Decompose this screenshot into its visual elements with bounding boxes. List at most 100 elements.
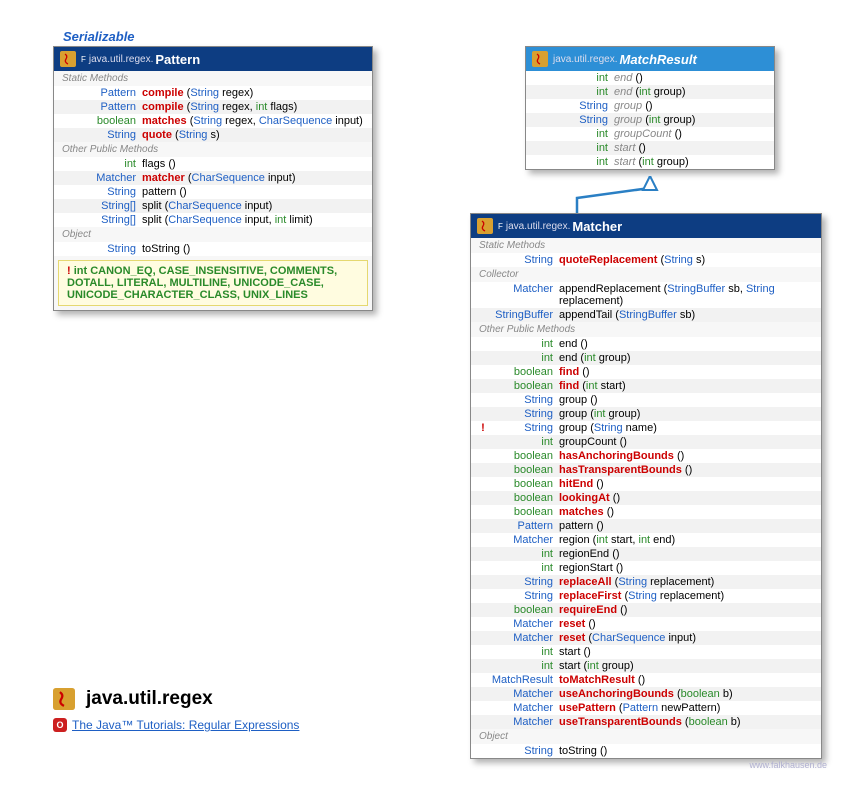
method-row: intstart (int group) [526,155,774,169]
method-row: intend (int group) [471,351,821,365]
return-type: boolean [487,380,559,392]
pattern-constants: ! int CANON_EQ, CASE_INSENSITIVE, COMMEN… [58,260,368,306]
method-row: booleanmatches (String regex, CharSequen… [54,114,372,128]
method-name: start (int group) [559,660,813,672]
return-type: StringBuffer [487,309,559,321]
method-row: intgroupCount () [526,127,774,141]
matchresult-class-box: java.util.regex. MatchResult intend ()in… [525,46,775,170]
method-row: Stringpattern () [54,185,372,199]
return-type: MatchResult [487,674,559,686]
method-row: booleanmatches () [471,505,821,519]
return-type: int [487,352,559,364]
method-name: compile (String regex, int flags) [142,101,364,113]
method-row: Patterncompile (String regex) [54,86,372,100]
return-type: int [487,646,559,658]
method-row: Patternpattern () [471,519,821,533]
return-type: Matcher [487,688,559,700]
return-type: boolean [70,115,142,127]
return-type: Matcher [487,716,559,728]
return-type: int [542,128,614,140]
method-name: toString () [142,243,364,255]
return-type: String[] [70,200,142,212]
tutorial-link-row: O The Java™ Tutorials: Regular Expressio… [53,718,299,732]
method-name: matches (String regex, CharSequence inpu… [142,115,364,127]
method-row: MatchResulttoMatchResult () [471,673,821,687]
method-row: intstart (int group) [471,659,821,673]
method-name: group () [559,394,813,406]
method-name: start () [614,142,766,154]
matchresult-list: intend ()intend (int group)Stringgroup (… [526,71,774,169]
return-type: String [487,254,559,266]
return-type: String [70,243,142,255]
section-static: Static Methods [54,71,372,86]
method-row: MatcheruseTransparentBounds (boolean b) [471,715,821,729]
method-name: useTransparentBounds (boolean b) [559,716,813,728]
pattern-name: Pattern [155,52,200,67]
pattern-obj-list: StringtoString () [54,242,372,256]
matchresult-name: MatchResult [619,52,696,67]
return-type: Matcher [70,172,142,184]
method-row: StringtoString () [54,242,372,256]
method-name: quoteReplacement (String s) [559,254,813,266]
method-row: StringreplaceAll (String replacement) [471,575,821,589]
matcher-name: Matcher [572,219,622,234]
method-row: MatcherusePattern (Pattern newPattern) [471,701,821,715]
method-name: group (String name) [559,422,813,434]
method-row: booleanfind () [471,365,821,379]
java-icon [53,688,75,710]
method-row: intflags () [54,157,372,171]
return-type: int [487,660,559,672]
serializable-label: Serializable [63,29,135,44]
method-name: flags () [142,158,364,170]
method-row: intstart () [526,141,774,155]
method-name: toString () [559,745,813,757]
method-row: booleanhasAnchoringBounds () [471,449,821,463]
matcher-pkg: java.util.regex. [506,221,570,232]
pattern-other-list: intflags ()Matchermatcher (CharSequence … [54,157,372,227]
method-name: reset () [559,618,813,630]
method-name: appendTail (StringBuffer sb) [559,309,813,321]
method-row: Stringgroup () [471,393,821,407]
method-name: end () [614,72,766,84]
footer-title-text: java.util.regex [86,688,213,710]
method-row: Stringquote (String s) [54,128,372,142]
method-name: quote (String s) [142,129,364,141]
return-type: Matcher [487,702,559,714]
method-row: StringreplaceFirst (String replacement) [471,589,821,603]
return-type: Pattern [487,520,559,532]
section-other: Other Public Methods [54,142,372,157]
method-row: Stringgroup (int group) [471,407,821,421]
matcher-obj-list: StringtoString () [471,744,821,758]
tutorial-link[interactable]: The Java™ Tutorials: Regular Expressions [72,718,299,732]
return-type: Matcher [487,618,559,630]
inheritance-connector [565,176,685,216]
method-name: replaceFirst (String replacement) [559,590,813,602]
method-name: hasTransparentBounds () [559,464,813,476]
return-type: boolean [487,478,559,490]
return-type: String [542,100,614,112]
java-icon [477,218,493,234]
method-name: matcher (CharSequence input) [142,172,364,184]
matcher-other-list: intend ()intend (int group)booleanfind (… [471,337,821,729]
return-type: int [542,156,614,168]
method-row: booleanhasTransparentBounds () [471,463,821,477]
method-name: lookingAt () [559,492,813,504]
method-name: group (int group) [559,408,813,420]
method-row: MatcheruseAnchoringBounds (boolean b) [471,687,821,701]
method-row: booleanfind (int start) [471,379,821,393]
method-row: intend () [471,337,821,351]
method-row: Patterncompile (String regex, int flags) [54,100,372,114]
method-name: useAnchoringBounds (boolean b) [559,688,813,700]
return-type: int [542,86,614,98]
method-row: String[]split (CharSequence input, int l… [54,213,372,227]
method-name: pattern () [559,520,813,532]
return-type: boolean [487,604,559,616]
method-name: start (int group) [614,156,766,168]
footer-title: java.util.regex [53,688,213,710]
return-type: int [487,338,559,350]
method-name: groupCount () [559,436,813,448]
method-row: booleanrequireEnd () [471,603,821,617]
return-type: String [487,394,559,406]
method-name: group (int group) [614,114,766,126]
matcher-collector-list: MatcherappendReplacement (StringBuffer s… [471,282,821,322]
